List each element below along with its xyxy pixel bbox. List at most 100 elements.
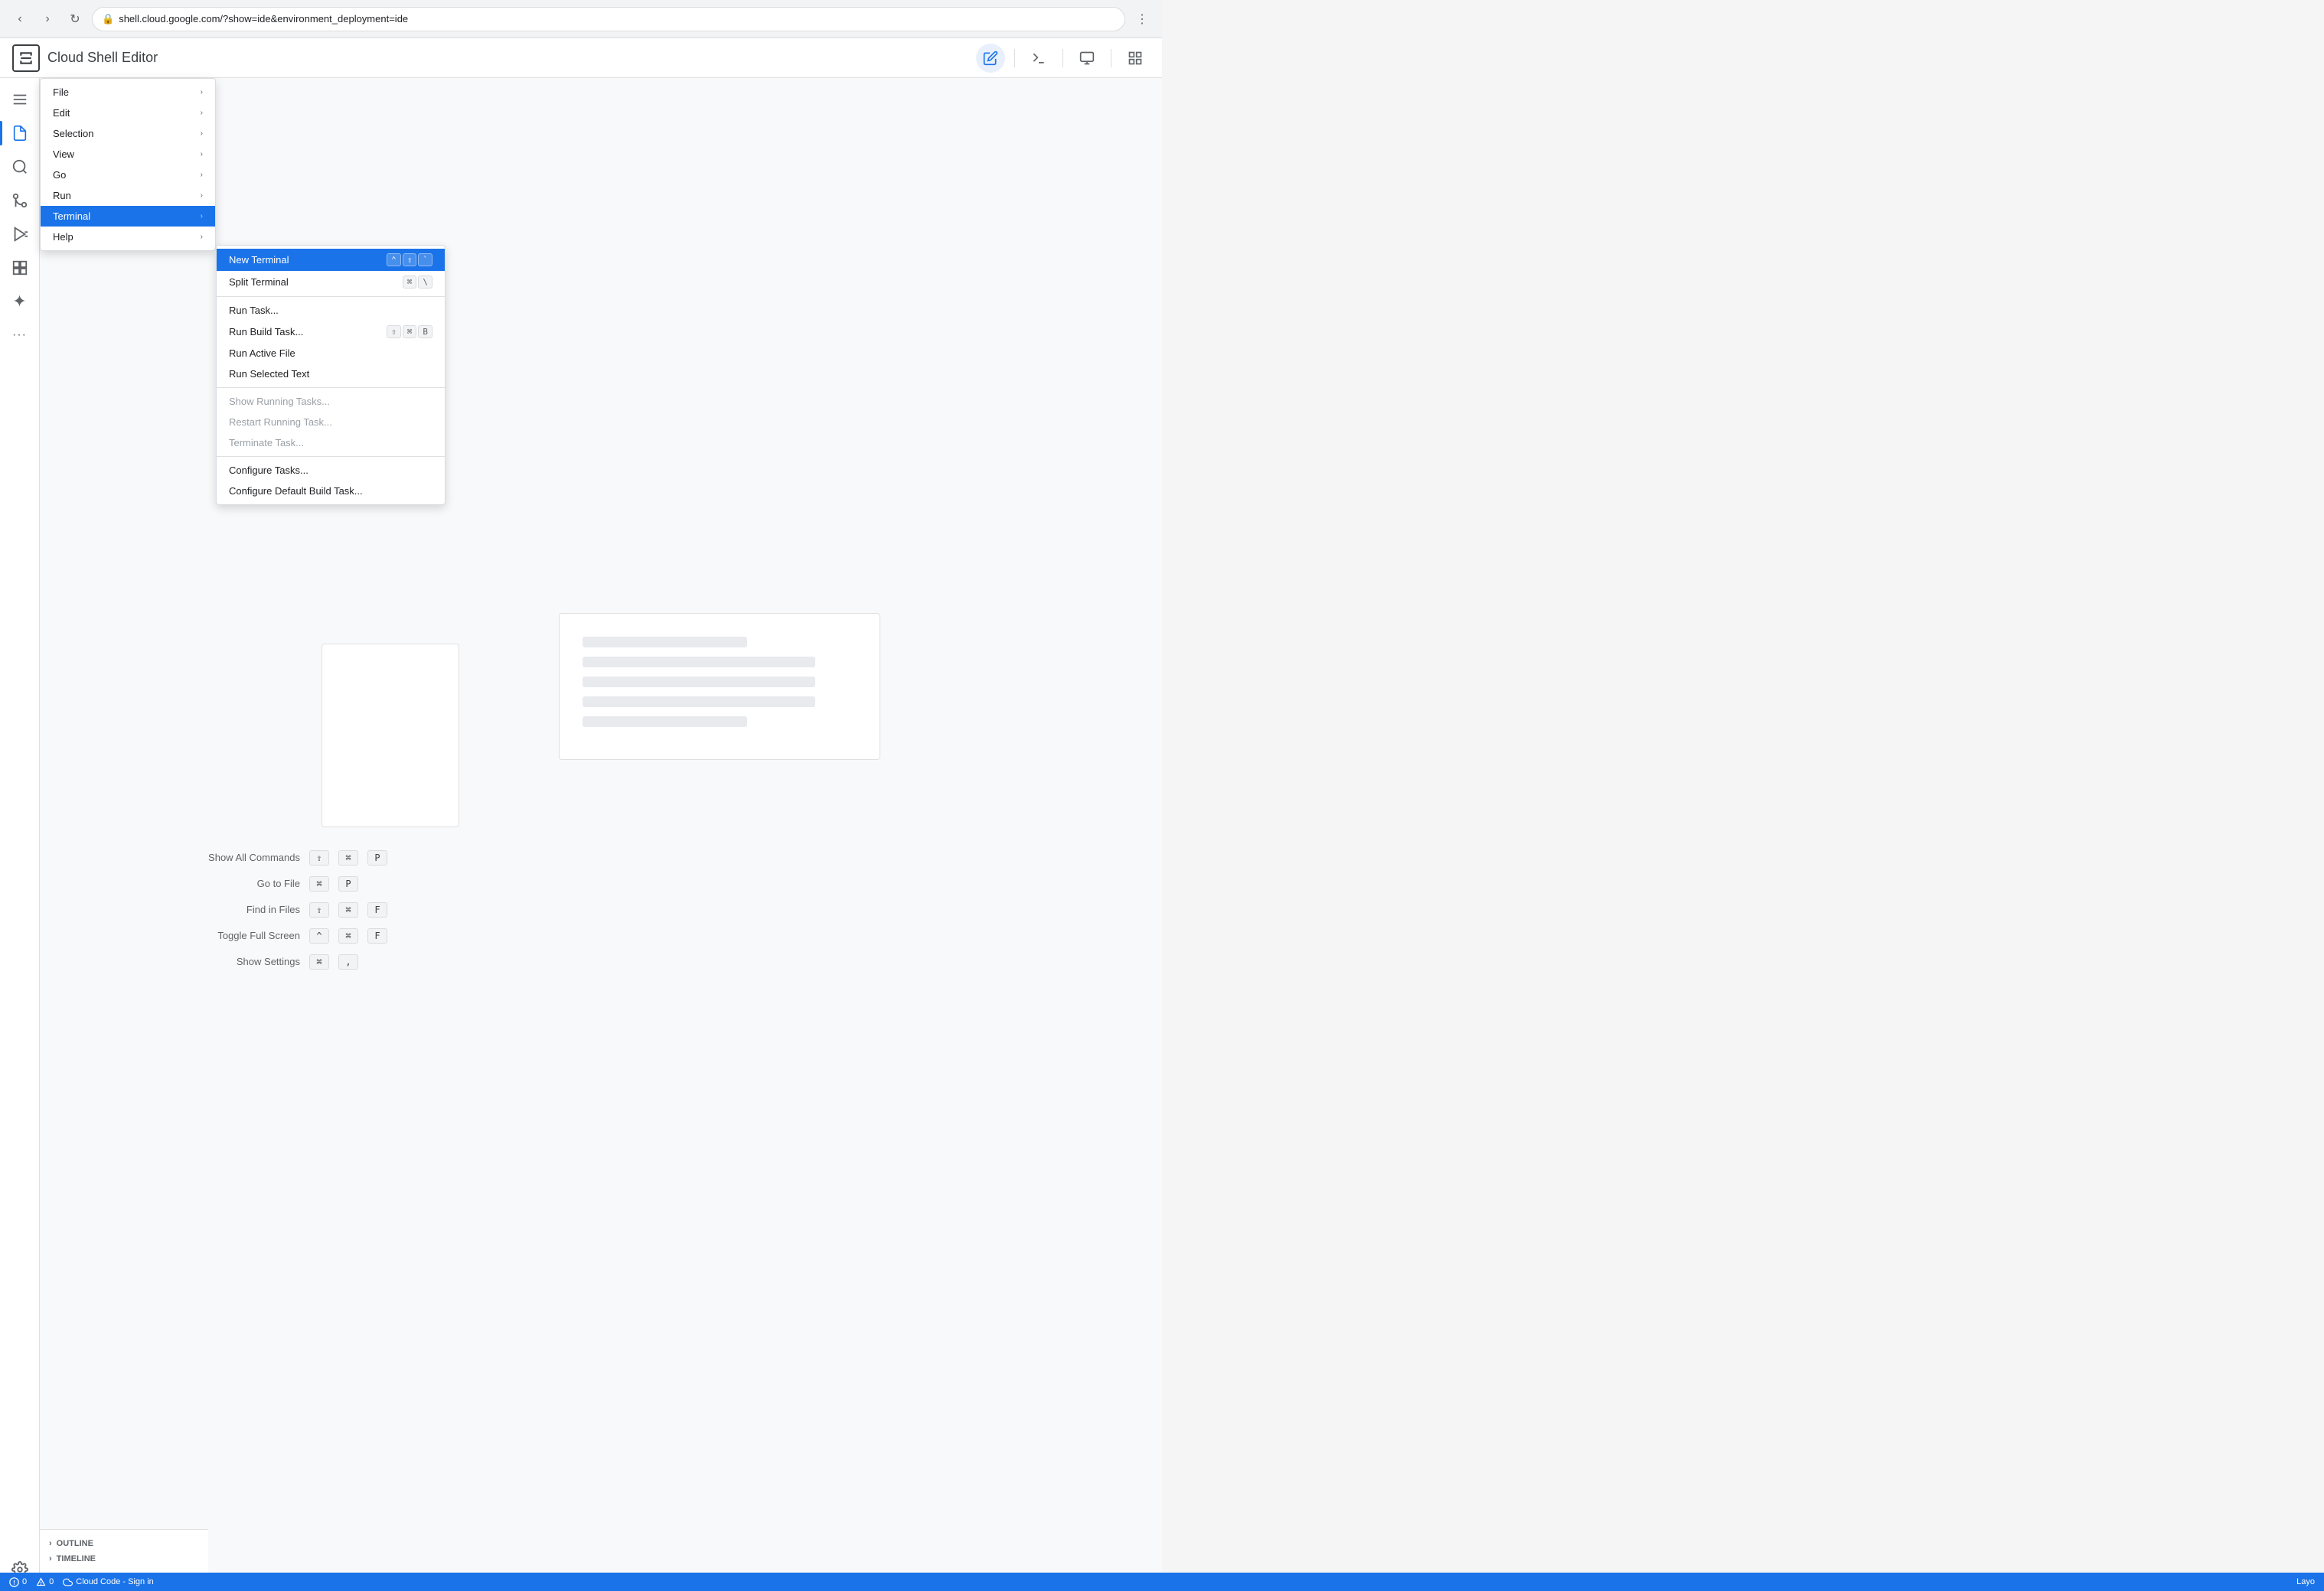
submenu-label-configure-default-build-task: Configure Default Build Task... (229, 485, 363, 497)
kbd-shift: ⇧ (403, 253, 417, 266)
submenu-label-run-selected-text: Run Selected Text (229, 368, 309, 380)
key-cmd2: ⌘ (309, 876, 329, 892)
key-p2: P (338, 876, 358, 892)
menu-arrow: › (201, 233, 203, 241)
grid-button[interactable] (1121, 44, 1150, 73)
menu-arrow: › (201, 88, 203, 96)
submenu-item-run-build-task[interactable]: Run Build Task... ⇧ ⌘ B (217, 321, 445, 343)
submenu-item-run-task[interactable]: Run Task... (217, 300, 445, 321)
submenu-separator-1 (217, 296, 445, 297)
timeline-section[interactable]: › TIMELINE (40, 1551, 208, 1567)
key-cmd: ⌘ (338, 850, 358, 866)
menu-item-view-label: View (53, 148, 201, 160)
outline-section[interactable]: › OUTLINE (40, 1536, 208, 1551)
main-layout: ✦ ··· File › Edit › Selection (0, 78, 1162, 1591)
key-f2: F (367, 928, 387, 944)
shortcut-label-file: Go to File (193, 878, 300, 889)
submenu-item-restart-running-task: Restart Running Task... (217, 412, 445, 432)
timeline-label: TIMELINE (57, 1554, 96, 1563)
activity-gemini[interactable]: ✦ (5, 286, 35, 317)
submenu-item-terminate-task: Terminate Task... (217, 432, 445, 453)
key-cmd3: ⌘ (338, 902, 358, 918)
bottom-item-errors[interactable]: 0 (9, 1577, 27, 1587)
layout-indicator: Layo (2296, 1577, 2315, 1586)
back-button[interactable]: ‹ (9, 8, 31, 30)
cloud-code-label: Cloud Code - Sign in (76, 1577, 154, 1586)
shortcut-row-file: Go to File ⌘ P (193, 876, 387, 892)
menu-item-file-label: File (53, 86, 201, 98)
submenu-label-show-running-tasks: Show Running Tasks... (229, 396, 330, 407)
key-shift2: ⇧ (309, 902, 329, 918)
menu-item-terminal-label: Terminal (53, 210, 201, 222)
menu-arrow-active: › (201, 212, 203, 220)
placeholder-5 (583, 716, 747, 727)
app-header: Cloud Shell Editor (0, 38, 1162, 78)
header-divider (1014, 49, 1015, 67)
key-f: F (367, 902, 387, 918)
menu-item-run[interactable]: Run › (41, 185, 215, 206)
submenu-item-run-active-file[interactable]: Run Active File (217, 343, 445, 364)
menu-item-edit[interactable]: Edit › (41, 103, 215, 123)
submenu-label-split-terminal: Split Terminal (229, 276, 289, 288)
submenu-item-configure-default-build-task[interactable]: Configure Default Build Task... (217, 481, 445, 501)
lock-icon: 🔒 (102, 13, 114, 25)
submenu-item-new-terminal[interactable]: New Terminal ⌃ ⇧ ` (217, 249, 445, 271)
bottom-item-cloud-code[interactable]: Cloud Code - Sign in (63, 1577, 154, 1587)
shortcut-split-terminal: ⌘ \ (403, 275, 432, 289)
menu-item-go[interactable]: Go › (41, 165, 215, 185)
bottom-item-warnings[interactable]: 0 (36, 1577, 54, 1587)
menu-item-help-label: Help (53, 231, 201, 243)
kbd-backtick: ` (418, 253, 432, 266)
placeholder-2 (583, 657, 815, 667)
shortcut-new-terminal: ⌃ ⇧ ` (387, 253, 432, 266)
more-options-button[interactable]: ⋮ (1131, 8, 1153, 30)
activity-menu[interactable] (5, 84, 35, 115)
terminal-button[interactable] (1024, 44, 1053, 73)
submenu-label-run-build-task: Run Build Task... (229, 326, 303, 337)
submenu-item-run-selected-text[interactable]: Run Selected Text (217, 364, 445, 384)
activity-more[interactable]: ··· (5, 320, 35, 350)
sidebar-bottom: › OUTLINE › TIMELINE (40, 1529, 208, 1573)
activity-explorer[interactable] (5, 118, 35, 148)
forward-button[interactable]: › (37, 8, 58, 30)
screen-button[interactable] (1072, 44, 1102, 73)
menu-item-help[interactable]: Help › (41, 227, 215, 247)
edit-button[interactable] (976, 44, 1005, 73)
menu-item-go-label: Go (53, 169, 201, 181)
kbd-cmd: ⌘ (403, 275, 417, 289)
submenu-label-run-active-file: Run Active File (229, 347, 295, 359)
url-text: shell.cloud.google.com/?show=ide&environ… (119, 13, 408, 24)
submenu-label-restart-running-task: Restart Running Task... (229, 416, 332, 428)
submenu-item-configure-tasks[interactable]: Configure Tasks... (217, 460, 445, 481)
activity-source-control[interactable] (5, 185, 35, 216)
activity-bar: ✦ ··· (0, 78, 40, 1591)
submenu-item-split-terminal[interactable]: Split Terminal ⌘ \ (217, 271, 445, 293)
welcome-panel (559, 613, 880, 760)
menu-arrow: › (201, 150, 203, 158)
submenu-label-configure-tasks: Configure Tasks... (229, 465, 308, 476)
menu-item-view[interactable]: View › (41, 144, 215, 165)
menu-overlay: File › Edit › Selection › View › Go › Ru… (40, 78, 216, 251)
activity-run[interactable] (5, 219, 35, 249)
address-bar[interactable]: 🔒 shell.cloud.google.com/?show=ide&envir… (92, 7, 1125, 31)
shortcut-row-commands: Show All Commands ⇧ ⌘ P (193, 850, 387, 866)
key-shift: ⇧ (309, 850, 329, 866)
kbd-backslash: \ (418, 275, 432, 289)
activity-extensions[interactable] (5, 253, 35, 283)
menu-item-selection[interactable]: Selection › (41, 123, 215, 144)
placeholder-4 (583, 696, 815, 707)
refresh-button[interactable]: ↻ (64, 8, 86, 30)
activity-search[interactable] (5, 152, 35, 182)
menu-item-file[interactable]: File › (41, 82, 215, 103)
shortcut-label-find: Find in Files (193, 904, 300, 915)
menu-arrow: › (201, 109, 203, 117)
shortcut-row-find: Find in Files ⇧ ⌘ F (193, 902, 387, 918)
menu-item-run-label: Run (53, 190, 201, 201)
submenu-item-show-running-tasks: Show Running Tasks... (217, 391, 445, 412)
kbd-shift2: ⇧ (387, 325, 401, 338)
key-p: P (367, 850, 387, 866)
placeholder-3 (583, 677, 815, 687)
menu-item-terminal[interactable]: Terminal › (41, 206, 215, 227)
submenu-label-run-task: Run Task... (229, 305, 279, 316)
key-ctrl: ^ (309, 928, 329, 944)
